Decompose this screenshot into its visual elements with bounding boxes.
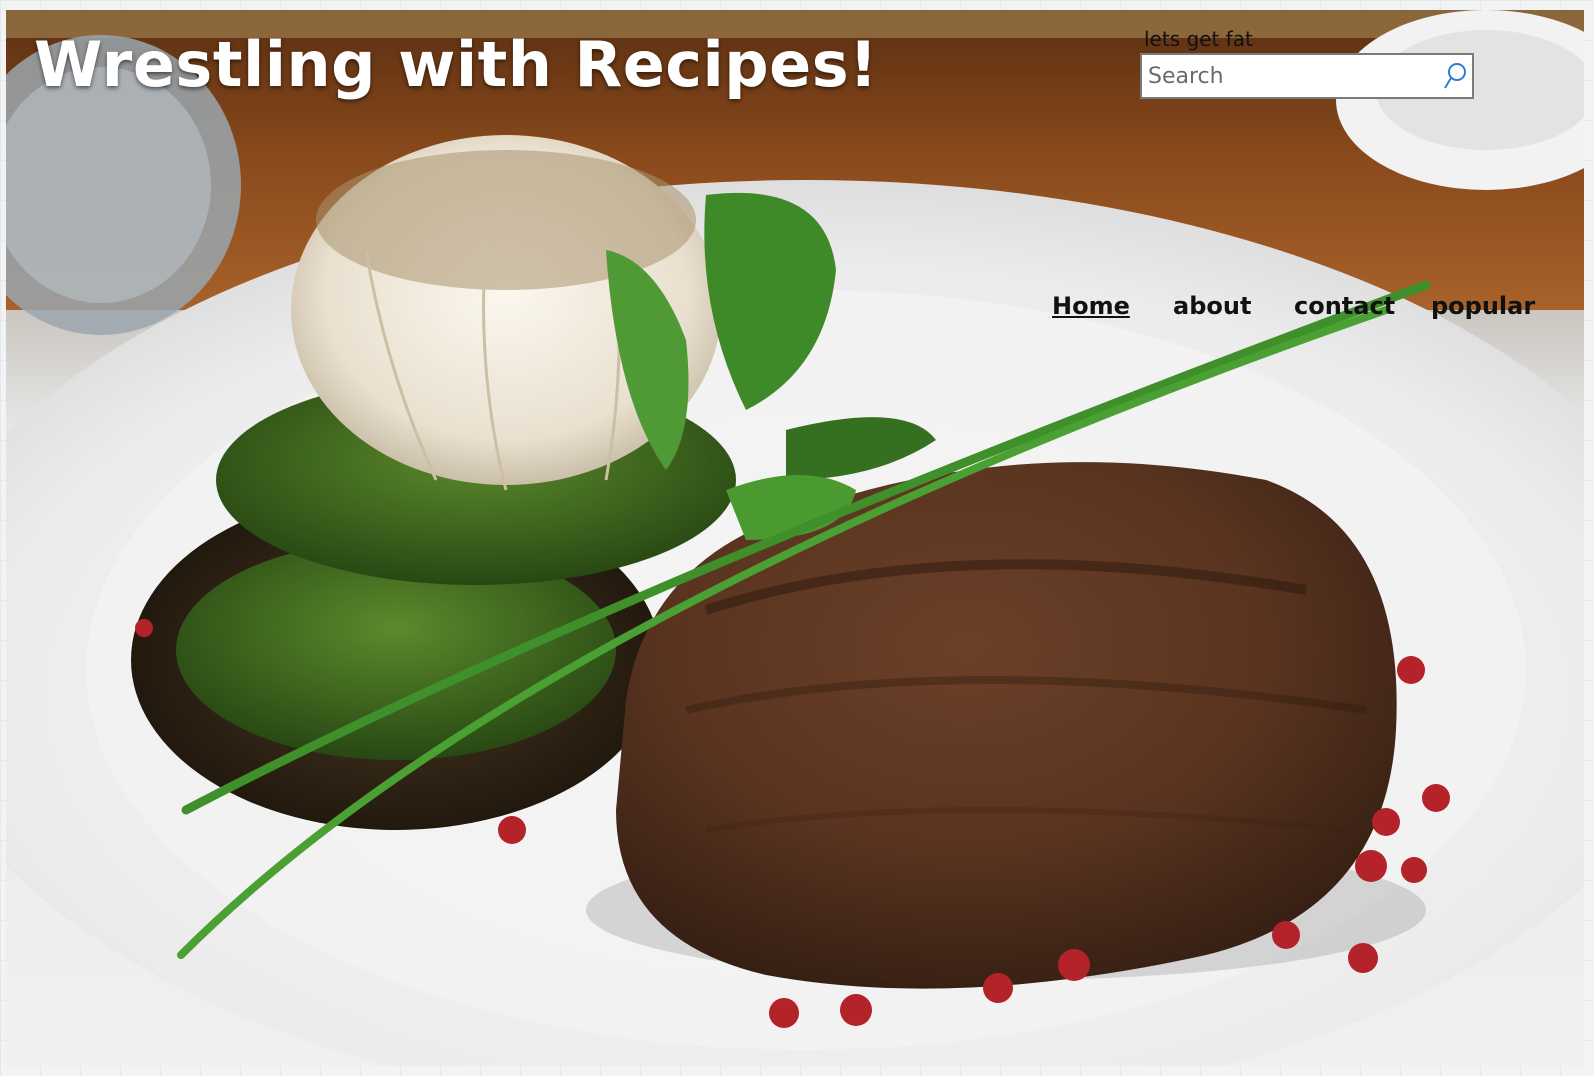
main-nav: Home about contact popular [1052,292,1535,320]
search-bar [1140,53,1474,99]
hero-image [6,10,1584,1066]
nav-home-link[interactable]: Home [1052,292,1173,320]
nav-about-link[interactable]: about [1173,292,1294,320]
steak-plate-illustration [6,10,1584,1066]
search-icon[interactable] [1438,55,1472,97]
tagline: lets get fat [1144,27,1253,51]
search-input[interactable] [1142,55,1438,97]
nav-popular-link[interactable]: popular [1431,292,1535,320]
site-title: Wrestling with Recipes! [34,28,878,101]
nav-contact-link[interactable]: contact [1294,292,1431,320]
